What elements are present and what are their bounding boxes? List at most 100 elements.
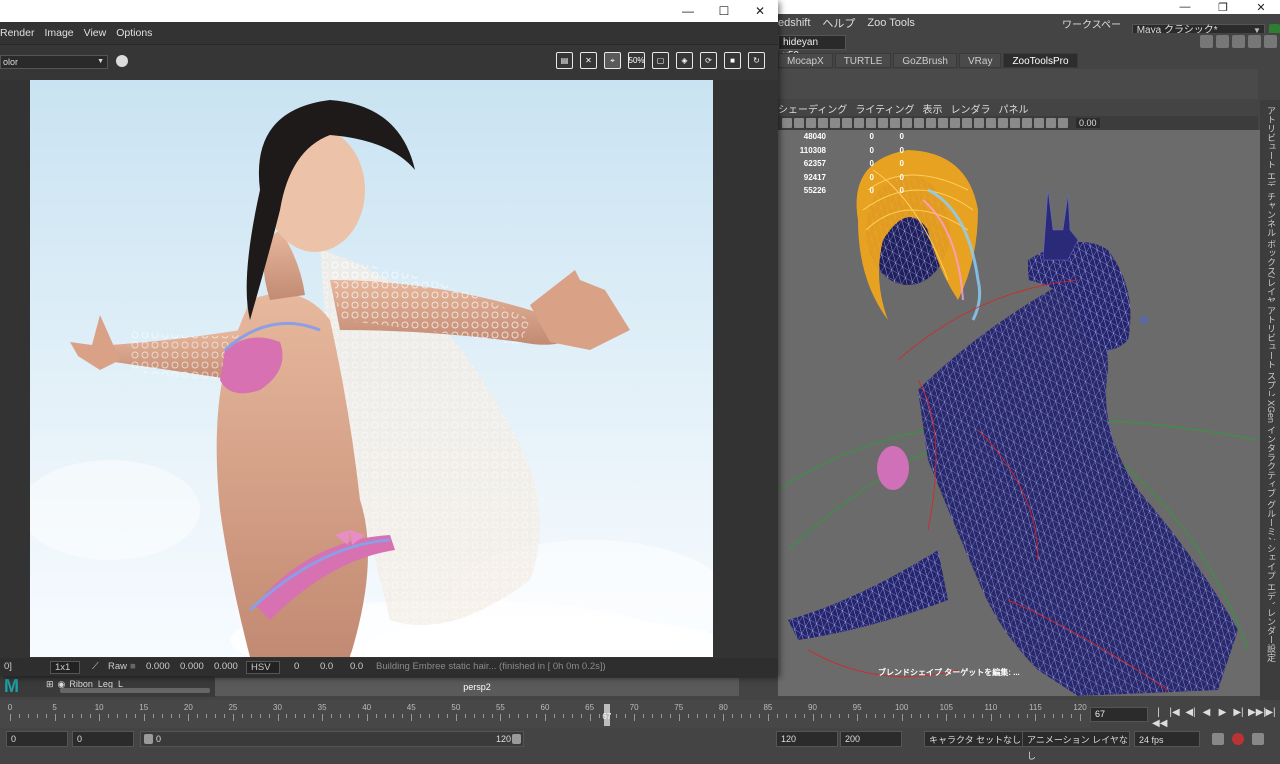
playback-start-field[interactable]: 0: [72, 731, 134, 747]
menu-help[interactable]: ヘルプ: [822, 15, 855, 31]
select-camera-icon[interactable]: [782, 118, 792, 128]
user-selector[interactable]: hideyan x59...: [778, 35, 846, 61]
shelf-tab-mocapx[interactable]: MocapX: [778, 53, 833, 68]
gate-mask-icon[interactable]: [866, 118, 876, 128]
time-slider[interactable]: 0 5 10 15 20 25 30 35 40 45 50 55 60 65 70 75 80 85 90 95 10…: [0, 700, 1090, 728]
shelf-tab-zootoolspro[interactable]: ZooToolsPro: [1003, 53, 1078, 68]
channel-box-icon[interactable]: [1232, 35, 1245, 48]
close-button[interactable]: ✕: [742, 0, 778, 22]
backface-icon[interactable]: [1046, 118, 1056, 128]
motion-blur-icon[interactable]: [974, 118, 984, 128]
remove-icon[interactable]: ✕: [580, 52, 597, 69]
grid-icon[interactable]: [830, 118, 840, 128]
lights-icon[interactable]: [938, 118, 948, 128]
color-mode-dropdown[interactable]: HSV: [246, 661, 280, 674]
textured-icon[interactable]: [926, 118, 936, 128]
preferences-icon[interactable]: [1252, 733, 1264, 745]
playback-end-field[interactable]: 120: [776, 731, 838, 747]
play-backward-button[interactable]: ◀: [1200, 707, 1213, 729]
tool-settings-icon[interactable]: [1216, 35, 1229, 48]
resolution-gate-icon[interactable]: [854, 118, 864, 128]
exposure-icon[interactable]: [1058, 118, 1068, 128]
side-tab-attribute-editor[interactable]: アトリビュート エディタ: [1262, 106, 1278, 186]
stop-icon[interactable]: ■: [724, 52, 741, 69]
zoom-50-icon[interactable]: 50%: [628, 52, 645, 69]
save-icon[interactable]: ▤: [556, 52, 573, 69]
smooth-shade-icon[interactable]: [914, 118, 924, 128]
film-gate-icon[interactable]: [842, 118, 852, 128]
menu-image[interactable]: Image: [44, 27, 73, 39]
wireframe-icon[interactable]: [902, 118, 912, 128]
region-icon[interactable]: ⌖: [604, 52, 621, 69]
snapshot-icon[interactable]: ◈: [676, 52, 693, 69]
side-tab-spreadsheet[interactable]: アトリビュート スプレッドシート: [1262, 306, 1278, 396]
loop-icon[interactable]: [1212, 733, 1224, 745]
viewport-menu-show[interactable]: 表示: [923, 101, 943, 116]
viewport-menu-renderer[interactable]: レンダラ: [951, 101, 991, 116]
minimize-button[interactable]: —: [1166, 0, 1204, 14]
channel-dropdown[interactable]: olor: [0, 55, 108, 69]
bookmark-icon[interactable]: [806, 118, 816, 128]
side-tab-xgen[interactable]: XGen インタラクティブ グルーミング エディタ: [1262, 400, 1278, 540]
rendered-image[interactable]: [30, 80, 713, 657]
color-probe-icon[interactable]: ⟋: [92, 661, 99, 672]
animation-start-field[interactable]: 0: [6, 731, 68, 747]
restore-button[interactable]: ❐: [1204, 0, 1242, 14]
refresh-icon[interactable]: ⟳: [700, 52, 717, 69]
layer-scrollbar[interactable]: [60, 688, 210, 693]
play-forward-button[interactable]: ▶: [1216, 707, 1229, 729]
xray-icon[interactable]: [1022, 118, 1032, 128]
maximize-button[interactable]: ☐: [706, 0, 742, 22]
depth-of-field-icon[interactable]: [998, 118, 1008, 128]
shelf-tab-vray[interactable]: VRay: [958, 53, 1002, 68]
shadows-icon[interactable]: [950, 118, 960, 128]
go-to-end-button[interactable]: ▶|: [1264, 707, 1277, 729]
menu-view[interactable]: View: [84, 27, 107, 39]
range-slider[interactable]: [140, 731, 524, 747]
ambient-occlusion-icon[interactable]: [962, 118, 972, 128]
viewport-menu-panels[interactable]: パネル: [999, 101, 1029, 116]
anti-aliasing-icon[interactable]: [986, 118, 996, 128]
menu-render[interactable]: Render: [0, 27, 34, 39]
step-back-frame-button[interactable]: ◀|: [1184, 707, 1197, 729]
current-frame-field[interactable]: 67: [1090, 707, 1148, 722]
safe-action-icon[interactable]: [890, 118, 900, 128]
range-start-handle[interactable]: [144, 734, 153, 744]
field-chart-icon[interactable]: [878, 118, 888, 128]
shelf-tab-turtle[interactable]: TURTLE: [834, 53, 892, 68]
side-tab-shape-editor[interactable]: シェイプ エディタ: [1262, 544, 1278, 604]
auto-key-icon[interactable]: [1232, 733, 1244, 745]
isolate-select-icon[interactable]: [1010, 118, 1020, 128]
side-tab-channel-box[interactable]: チャンネル ボックス/レイヤ エディタ: [1262, 192, 1278, 302]
menu-redshift[interactable]: edshift: [778, 17, 810, 29]
color-picker-icon[interactable]: [116, 55, 128, 67]
close-button[interactable]: ✕: [1242, 0, 1280, 14]
anim-layer-dropdown[interactable]: アニメーション レイヤなし: [1022, 731, 1130, 761]
go-to-start-button[interactable]: |◀◀: [1152, 707, 1167, 729]
step-back-key-button[interactable]: |◀: [1168, 707, 1181, 729]
layout-icon[interactable]: [1264, 35, 1277, 48]
camera-attributes-icon[interactable]: [794, 118, 804, 128]
range-end-handle[interactable]: [512, 734, 521, 744]
outliner-icon[interactable]: [1248, 35, 1261, 48]
viewport-menu-lighting[interactable]: ライティング: [855, 101, 914, 116]
xray-joints-icon[interactable]: [1034, 118, 1044, 128]
image-plane-icon[interactable]: [818, 118, 828, 128]
animation-end-field[interactable]: 200: [840, 731, 902, 747]
scale-dropdown[interactable]: 1x1: [50, 661, 80, 674]
step-forward-key-button[interactable]: ▶▶|: [1248, 707, 1266, 729]
fps-dropdown[interactable]: 24 fps: [1134, 731, 1200, 747]
exposure-field[interactable]: 0.00: [1076, 118, 1100, 128]
shelf-tab-gozbrush[interactable]: GoZBrush: [893, 53, 957, 68]
viewport-menu-shading[interactable]: シェーディング: [778, 101, 847, 116]
frame-icon[interactable]: ▢: [652, 52, 669, 69]
menu-options[interactable]: Options: [116, 27, 152, 39]
side-tab-render-settings[interactable]: レンダー設定: [1262, 608, 1278, 668]
minimize-button[interactable]: —: [670, 0, 706, 22]
attribute-editor-icon[interactable]: [1200, 35, 1213, 48]
expand-icon[interactable]: ⊞: [46, 679, 54, 690]
menu-zoo-tools[interactable]: Zoo Tools: [867, 17, 915, 29]
viewport-panel[interactable]: 48040 0 0 110308 0 0 62357 0 0 92417 0 0 55226 0 0…: [778, 130, 1260, 696]
character-set-dropdown[interactable]: キャラクタ セットなし: [924, 731, 1024, 747]
step-forward-frame-button[interactable]: ▶|: [1232, 707, 1245, 729]
